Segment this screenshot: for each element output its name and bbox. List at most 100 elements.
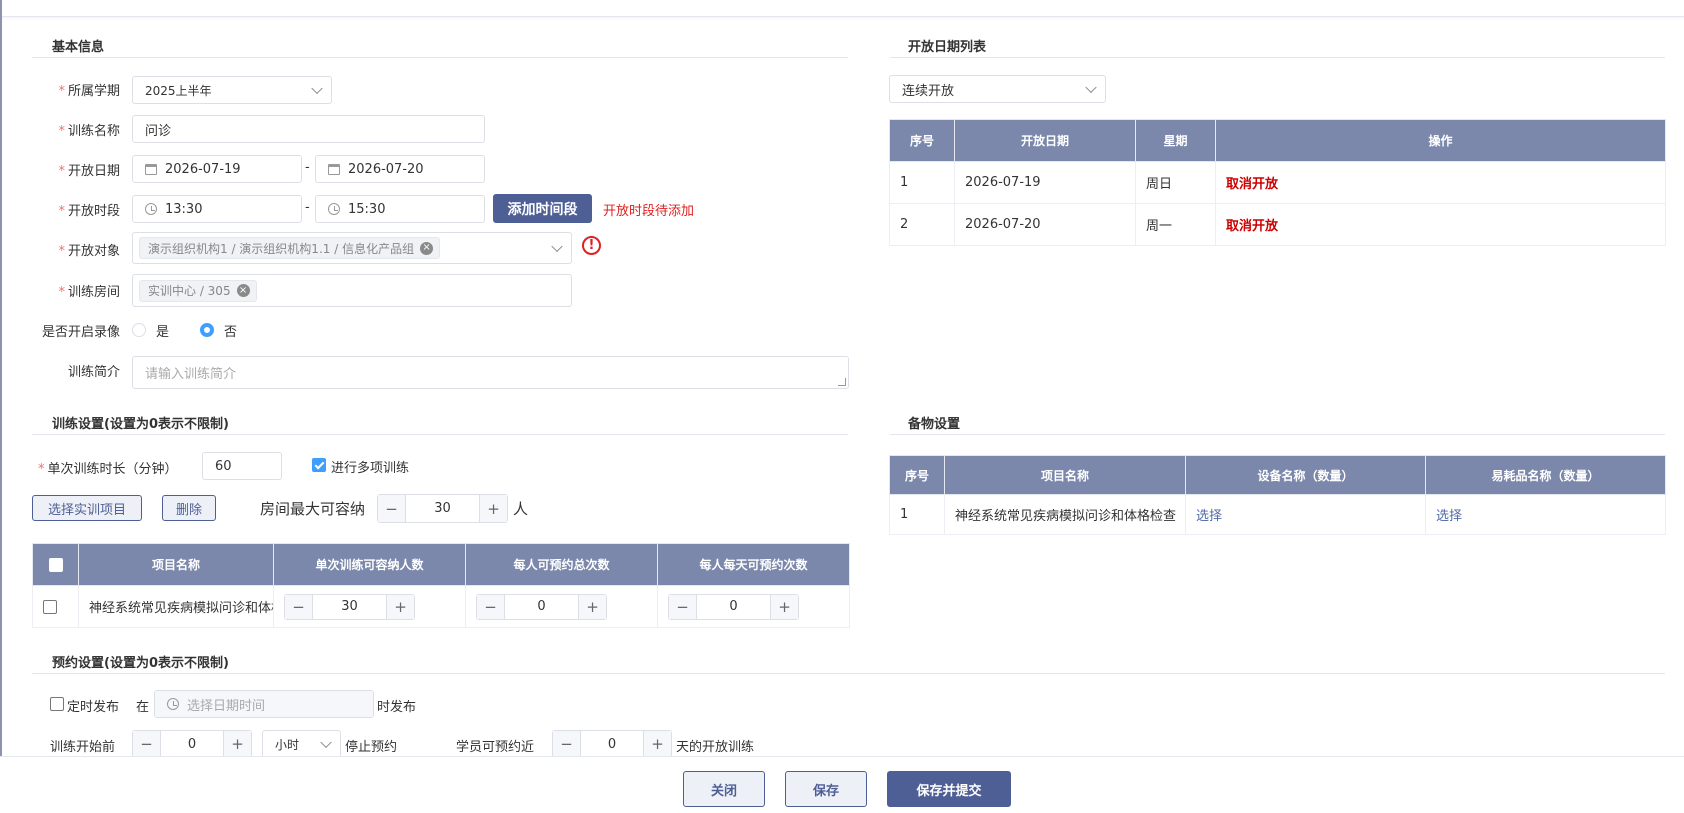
semester-label: * 所属学期	[58, 84, 120, 99]
clock-icon	[167, 698, 179, 710]
col-header: 每人每天可预约次数	[657, 543, 850, 586]
row-weekday: 周日	[1135, 161, 1216, 204]
resize-handle[interactable]	[838, 378, 846, 386]
duration-input[interactable]: 60	[202, 452, 282, 480]
minus-icon[interactable]: −	[133, 731, 161, 757]
capacity-stepper[interactable]: − 30 +	[377, 494, 508, 523]
intro-textarea[interactable]: 请输入训练简介	[132, 356, 849, 389]
section-open-list-title: 开放日期列表	[908, 40, 987, 55]
section-open-list-divider	[890, 57, 1665, 58]
select-project-button[interactable]: 选择实训项目	[32, 495, 142, 521]
open-date-start-value: 2026-07-19	[165, 161, 241, 177]
publish-datetime-input[interactable]: 选择日期时间	[154, 690, 374, 718]
capacity-value[interactable]: 30	[406, 495, 479, 522]
minus-icon[interactable]: −	[477, 594, 505, 619]
open-time-start-input[interactable]: 13:30	[132, 195, 302, 223]
row-index: 2	[889, 203, 955, 246]
open-mode-select[interactable]: 连续开放	[889, 75, 1106, 103]
table-header-row: 序号 开放日期 星期 操作	[889, 119, 1666, 162]
time-unit-value: 小时	[275, 737, 300, 752]
warning-icon: !	[582, 236, 601, 255]
record-yes-label[interactable]: 是	[156, 321, 169, 340]
plus-icon[interactable]: +	[643, 731, 671, 757]
col-header: 项目名称	[944, 455, 1186, 495]
col-header: 序号	[889, 119, 955, 162]
room-select[interactable]: 实训中心 / 305 ×	[132, 274, 572, 307]
near-days-label: 学员可预约近	[456, 740, 535, 755]
save-submit-button[interactable]: 保存并提交	[887, 771, 1011, 807]
target-select[interactable]: 演示组织机构1 / 演示组织机构1.1 / 信息化产品组 ×	[132, 232, 572, 264]
open-time-end-input[interactable]: 15:30	[315, 195, 485, 223]
table-header-row: 项目名称 单次训练可容纳人数 每人可预约总次数 每人每天可预约次数	[32, 543, 850, 586]
multi-training-label[interactable]: 进行多项训练	[331, 457, 409, 476]
close-icon[interactable]: ×	[236, 284, 250, 297]
row-index: 1	[889, 161, 955, 204]
table-row: 神经系统常见疾病模拟问诊和体格检查 − 30 + − 0 + − 0	[32, 585, 850, 628]
col-header: 序号	[889, 455, 945, 495]
select-device-link[interactable]: 选择	[1196, 509, 1222, 524]
training-name-input[interactable]: 问诊	[132, 115, 485, 143]
timed-publish-label[interactable]: 定时发布	[67, 696, 119, 715]
row-date: 2026-07-19	[954, 161, 1136, 204]
row-checkbox[interactable]	[43, 599, 57, 614]
select-all-checkbox[interactable]	[48, 557, 63, 572]
timed-publish-checkbox[interactable]	[50, 697, 64, 711]
daily-bookings-stepper[interactable]: − 0 +	[668, 593, 799, 620]
minus-icon[interactable]: −	[669, 594, 697, 619]
chevron-down-icon	[551, 240, 563, 253]
add-time-slot-button[interactable]: 添加时间段	[493, 194, 592, 223]
plus-icon[interactable]: +	[479, 495, 507, 522]
open-date-end-value: 2026-07-20	[348, 161, 424, 177]
supplies-table: 序号 项目名称 设备名称（数量） 易耗品名称（数量） 1 神经系统常见疾病模拟问…	[889, 455, 1666, 535]
delete-button[interactable]: 删除	[162, 495, 216, 521]
close-icon[interactable]: ×	[420, 241, 434, 255]
capacity-per-session-stepper[interactable]: − 30 +	[284, 593, 415, 620]
open-time-end-value: 15:30	[348, 201, 386, 217]
plus-icon[interactable]: +	[578, 594, 606, 619]
row-date: 2026-07-20	[954, 203, 1136, 246]
multi-training-checkbox[interactable]	[312, 458, 326, 472]
stepper-value[interactable]: 0	[581, 731, 643, 757]
minus-icon[interactable]: −	[378, 495, 406, 522]
left-edge	[0, 0, 2, 813]
duration-label: * 单次训练时长（分钟）	[38, 462, 178, 477]
minus-icon[interactable]: −	[285, 594, 313, 619]
near-days-stepper[interactable]: − 0 +	[552, 730, 672, 758]
open-date-start-input[interactable]: 2026-07-19	[132, 155, 302, 183]
save-button[interactable]: 保存	[785, 771, 867, 807]
open-date-label: * 开放日期	[58, 164, 120, 179]
cancel-open-link[interactable]: 取消开放	[1226, 219, 1278, 234]
plus-icon[interactable]: +	[770, 594, 798, 619]
room-label: * 训练房间	[58, 285, 120, 300]
select-consumable-link[interactable]: 选择	[1436, 509, 1462, 524]
close-button[interactable]: 关闭	[683, 771, 765, 807]
minus-icon[interactable]: −	[553, 731, 581, 757]
plus-icon[interactable]: +	[223, 731, 251, 757]
chevron-down-icon	[1085, 81, 1097, 94]
stepper-value[interactable]: 0	[161, 731, 223, 757]
training-name-label: * 训练名称	[58, 124, 120, 139]
open-date-end-input[interactable]: 2026-07-20	[315, 155, 485, 183]
top-bar	[0, 0, 1684, 17]
col-header: 开放日期	[954, 119, 1136, 162]
before-start-stepper[interactable]: − 0 +	[132, 730, 252, 758]
stepper-value[interactable]: 0	[697, 595, 770, 619]
record-yes-radio[interactable]	[132, 323, 146, 337]
duration-value: 60	[215, 458, 232, 474]
time-unit-select[interactable]: 小时	[262, 730, 341, 758]
before-start-label: 训练开始前	[50, 740, 116, 755]
stepper-value[interactable]: 30	[313, 595, 386, 619]
publish-suffix: 时发布	[377, 700, 417, 715]
plus-icon[interactable]: +	[386, 594, 414, 619]
stepper-value[interactable]: 0	[505, 595, 578, 619]
record-no-radio[interactable]	[200, 323, 214, 337]
open-time-label: * 开放时段	[58, 204, 120, 219]
target-label: * 开放对象	[58, 244, 120, 259]
total-bookings-stepper[interactable]: − 0 +	[476, 593, 607, 620]
section-supplies-title: 备物设置	[908, 417, 961, 432]
cancel-open-link[interactable]: 取消开放	[1226, 177, 1278, 192]
record-no-label[interactable]: 否	[224, 321, 237, 340]
semester-select[interactable]: 2025上半年	[132, 76, 332, 104]
semester-value: 2025上半年	[145, 83, 212, 98]
capacity-unit: 人	[513, 500, 529, 518]
